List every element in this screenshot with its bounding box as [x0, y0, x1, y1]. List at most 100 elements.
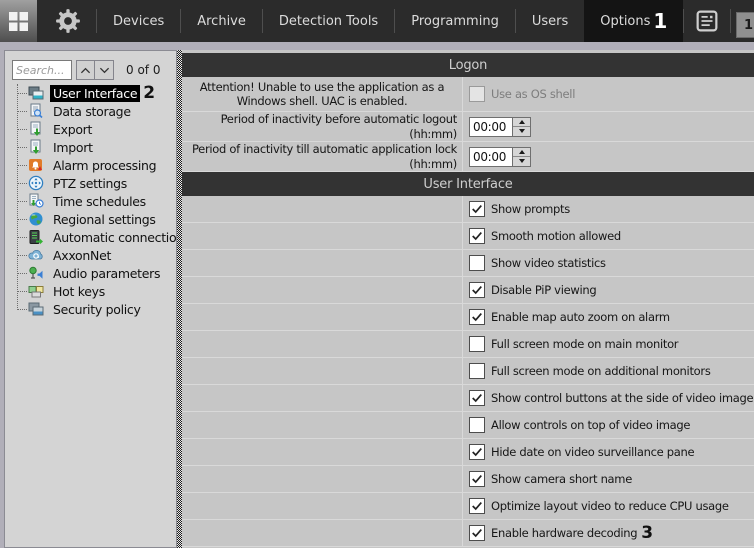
- logout-period-row: Period of inactivity before automatic lo…: [182, 112, 754, 142]
- search-input[interactable]: [12, 60, 72, 80]
- sidebar-item-import[interactable]: Import: [5, 138, 176, 156]
- camera-short-name-checkbox[interactable]: [469, 471, 485, 487]
- sidebar-item-label: AxxonNet: [50, 247, 114, 264]
- chevron-down-icon: [99, 66, 110, 75]
- option-label: Show control buttons at the side of vide…: [491, 391, 753, 405]
- import-icon: [28, 139, 44, 155]
- spinner-buttons[interactable]: [512, 148, 530, 166]
- gear-icon: [55, 8, 81, 34]
- option-label: Show video statistics: [491, 256, 606, 270]
- sidebar-item-time-schedules[interactable]: Time schedules: [5, 192, 176, 210]
- section-header-user-interface: User Interface: [182, 172, 754, 196]
- sidebar-item-regional-settings[interactable]: Regional settings: [5, 210, 176, 228]
- fullscreen-main-monitor-checkbox[interactable]: [469, 336, 485, 352]
- tab-users[interactable]: Users: [516, 0, 584, 42]
- sidebar-item-alarm-processing[interactable]: Alarm processing: [5, 156, 176, 174]
- sidebar-item-data-storage[interactable]: Data storage: [5, 102, 176, 120]
- annotation-1: 1: [653, 11, 667, 31]
- uac-warning-row: Attention! Unable to use the application…: [182, 77, 754, 112]
- use-as-os-shell-checkbox: [469, 86, 485, 102]
- top-menu-bar: Devices Archive Detection Tools Programm…: [0, 0, 754, 42]
- sidebar-item-ptz-settings[interactable]: PTZ settings: [5, 174, 176, 192]
- annotation-3: 3: [641, 523, 653, 543]
- audio-parameters-icon: [28, 265, 44, 281]
- sidebar-item-label: Security policy: [50, 301, 144, 318]
- options-tree-panel: 0 of 0 User Interface 2 Data storage Exp…: [4, 50, 177, 548]
- sidebar-item-label: Import: [50, 139, 96, 156]
- tab-archive[interactable]: Archive: [181, 0, 262, 42]
- tree-search-row: 0 of 0: [12, 60, 170, 80]
- app-menu-button[interactable]: [0, 0, 37, 42]
- show-video-statistics-checkbox[interactable]: [469, 255, 485, 271]
- option-label: Show camera short name: [491, 472, 632, 486]
- search-result-count: 0 of 0: [126, 63, 160, 77]
- system-log-icon: [696, 10, 718, 32]
- option-row: Disable PiP viewing: [182, 277, 754, 304]
- app-lock-period-spinbox[interactable]: 00:00: [469, 147, 531, 167]
- spinner-buttons[interactable]: [512, 118, 530, 136]
- sidebar-item-security-policy[interactable]: Security policy: [5, 300, 176, 318]
- sidebar-item-hot-keys[interactable]: Hot keys: [5, 282, 176, 300]
- settings-gear-button[interactable]: [37, 0, 96, 42]
- tab-programming[interactable]: Programming: [395, 0, 515, 42]
- sidebar-item-user-interface[interactable]: User Interface 2: [5, 84, 176, 102]
- monitor-1-button[interactable]: 1: [736, 12, 754, 38]
- hot-keys-icon: [28, 283, 44, 299]
- sidebar-item-automatic-connection[interactable]: Automatic connection: [5, 228, 176, 246]
- spin-up-icon[interactable]: [513, 148, 530, 158]
- tab-detection-tools[interactable]: Detection Tools: [263, 0, 394, 42]
- hide-date-checkbox[interactable]: [469, 444, 485, 460]
- export-icon: [28, 121, 44, 137]
- system-log-icon-button[interactable]: [684, 0, 730, 42]
- option-row: Enable map auto zoom on alarm: [182, 304, 754, 331]
- option-label: Hide date on video surveillance pane: [491, 445, 694, 459]
- regional-settings-icon: [28, 211, 44, 227]
- tab-options[interactable]: Options 1: [584, 0, 683, 42]
- fullscreen-additional-monitors-checkbox[interactable]: [469, 363, 485, 379]
- use-as-os-shell-label: Use as OS shell: [491, 87, 575, 101]
- sidebar-item-label: Automatic connection: [50, 229, 187, 246]
- option-label: Full screen mode on main monitor: [491, 337, 678, 351]
- option-label: Show prompts: [491, 202, 570, 216]
- control-buttons-side-checkbox[interactable]: [469, 390, 485, 406]
- search-prev-button[interactable]: [76, 60, 95, 80]
- spin-down-icon[interactable]: [513, 127, 530, 136]
- controls-on-top-checkbox[interactable]: [469, 417, 485, 433]
- hardware-decoding-checkbox[interactable]: [469, 525, 485, 541]
- sidebar-item-export[interactable]: Export: [5, 120, 176, 138]
- sidebar-item-label: Data storage: [50, 103, 134, 120]
- show-prompts-checkbox[interactable]: [469, 201, 485, 217]
- sidebar-item-audio-parameters[interactable]: Audio parameters: [5, 264, 176, 282]
- option-label: Allow controls on top of video image: [491, 418, 690, 432]
- option-row: Show camera short name: [182, 466, 754, 493]
- option-row: Show prompts: [182, 196, 754, 223]
- sidebar-item-label: Time schedules: [50, 193, 149, 210]
- sidebar-item-label: Regional settings: [50, 211, 159, 228]
- spin-up-icon[interactable]: [513, 118, 530, 128]
- optimize-layout-checkbox[interactable]: [469, 498, 485, 514]
- app-lock-period-row: Period of inactivity till automatic appl…: [182, 142, 754, 172]
- option-row: Enable hardware decoding 3: [182, 520, 754, 547]
- options-settings-panel: Logon Attention! Unable to use the appli…: [182, 50, 754, 548]
- tab-devices[interactable]: Devices: [97, 0, 180, 42]
- data-storage-icon: [28, 103, 44, 119]
- automatic-connection-icon: [28, 229, 44, 245]
- option-label: Disable PiP viewing: [491, 283, 596, 297]
- ptz-settings-icon: [28, 175, 44, 191]
- disable-pip-checkbox[interactable]: [469, 282, 485, 298]
- spin-down-icon[interactable]: [513, 157, 530, 166]
- smooth-motion-checkbox[interactable]: [469, 228, 485, 244]
- chevron-up-icon: [80, 66, 91, 75]
- map-auto-zoom-checkbox[interactable]: [469, 309, 485, 325]
- logout-period-label: Period of inactivity before automatic lo…: [182, 112, 463, 141]
- user-interface-icon: [28, 85, 44, 101]
- option-row: Optimize layout video to reduce CPU usag…: [182, 493, 754, 520]
- sidebar-item-axxonnet[interactable]: AxxonNet: [5, 246, 176, 264]
- option-label: Optimize layout video to reduce CPU usag…: [491, 499, 729, 513]
- sidebar-item-label: Export: [50, 121, 95, 138]
- option-row: Full screen mode on main monitor: [182, 331, 754, 358]
- security-policy-icon: [28, 301, 44, 317]
- sidebar-item-label: PTZ settings: [50, 175, 130, 192]
- search-next-button[interactable]: [95, 60, 114, 80]
- logout-period-spinbox[interactable]: 00:00: [469, 117, 531, 137]
